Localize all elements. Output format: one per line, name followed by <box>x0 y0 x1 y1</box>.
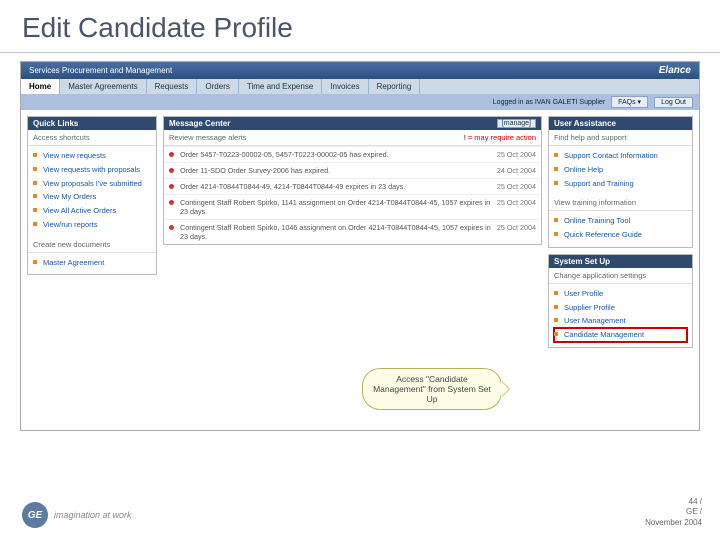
message-row[interactable]: Order 11-SDO Order Survey-2006 has expir… <box>164 162 541 178</box>
list-item[interactable]: View new requests <box>33 149 151 163</box>
slide-footer: GE imagination at work 44 / GE / Novembe… <box>22 497 702 528</box>
app-title: Services Procurement and Management <box>29 66 172 75</box>
list-item[interactable]: View My Orders <box>33 190 151 204</box>
message-row[interactable]: Contingent Staff Robert Spirko, 1046 ass… <box>164 219 541 244</box>
alert-icon <box>169 184 174 189</box>
footer-right: 44 / GE / November 2004 <box>645 497 702 528</box>
panel-title-label: System Set Up <box>554 257 610 266</box>
callout-bubble: Access "Candidate Management" from Syste… <box>362 368 502 410</box>
user-assistance-panel: User Assistance Find help and support Su… <box>548 116 693 248</box>
footer-page: 44 / <box>645 497 702 507</box>
message-row[interactable]: Order 5457-T0223-00002-05, 5457-T0223-00… <box>164 146 541 162</box>
message-date: 25 Oct 2004 <box>497 150 536 159</box>
manage-button[interactable]: [manage] <box>497 119 536 128</box>
message-date: 24 Oct 2004 <box>497 166 536 175</box>
tab-invoices[interactable]: Invoices <box>322 79 368 94</box>
message-center-title: Message Center [manage] <box>164 117 541 130</box>
list-item[interactable]: View proposals I've submitted <box>33 177 151 191</box>
app-header: Services Procurement and Management Elan… <box>21 62 699 79</box>
list-item[interactable]: User Profile <box>554 287 687 301</box>
required-note: ! = may require action <box>464 133 536 142</box>
elance-logo: Elance <box>659 65 691 76</box>
faq-dropdown[interactable]: FAQs ▾ <box>611 96 648 108</box>
tab-orders[interactable]: Orders <box>197 79 238 94</box>
left-column: Quick Links Access shortcuts View new re… <box>27 116 157 424</box>
list-item[interactable]: User Management <box>554 314 687 328</box>
sub-toolbar: Logged in as IVAN GALETI Supplier FAQs ▾… <box>21 94 699 110</box>
message-date: 25 Oct 2004 <box>497 182 536 191</box>
user-assistance-items2: Online Training Tool Quick Reference Gui… <box>549 211 692 247</box>
message-text: Order 11-SDO Order Survey-2006 has expir… <box>180 166 491 175</box>
message-text: Order 4214-T0844T0844-49, 4214-T0844T084… <box>180 182 491 191</box>
footer-left: GE imagination at work <box>22 502 132 528</box>
message-text: Contingent Staff Robert Spirko, 1046 ass… <box>180 223 491 241</box>
system-setup-panel: System Set Up Change application setting… <box>548 254 693 348</box>
list-item[interactable]: Support and Training <box>554 177 687 191</box>
list-item[interactable]: Online Help <box>554 163 687 177</box>
system-setup-items: User Profile Supplier Profile User Manag… <box>549 284 692 347</box>
footer-date: November 2004 <box>645 518 702 528</box>
quick-links-panel: Quick Links Access shortcuts View new re… <box>27 116 157 275</box>
list-item[interactable]: Quick Reference Guide <box>554 228 687 242</box>
quick-links-items2: Master Agreement <box>28 253 156 275</box>
alert-icon <box>169 152 174 157</box>
ge-logo-icon: GE <box>22 502 48 528</box>
message-row[interactable]: Contingent Staff Robert Spirko, 1141 ass… <box>164 194 541 219</box>
user-assistance-title: User Assistance <box>549 117 692 130</box>
footer-tagline: imagination at work <box>54 510 132 520</box>
message-date: 25 Oct 2004 <box>497 223 536 232</box>
tab-requests[interactable]: Requests <box>147 79 198 94</box>
panel-title-label: Quick Links <box>33 119 78 128</box>
alert-icon <box>169 225 174 230</box>
list-item[interactable]: Master Agreement <box>33 256 151 270</box>
message-date: 25 Oct 2004 <box>497 198 536 207</box>
system-setup-subtitle: Change application settings <box>549 268 692 284</box>
list-item[interactable]: View All Active Orders <box>33 204 151 218</box>
tab-time-expense[interactable]: Time and Expense <box>239 79 322 94</box>
quick-links-items: View new requests View requests with pro… <box>28 146 156 237</box>
message-center-panel: Message Center [manage] Review message a… <box>163 116 542 245</box>
quick-links-sub2: Create new documents <box>28 237 156 253</box>
panel-title-label: Message Center <box>169 119 230 128</box>
logged-in-text: Logged in as IVAN GALETI Supplier <box>493 99 605 106</box>
alert-icon <box>169 200 174 205</box>
tab-master-agreements[interactable]: Master Agreements <box>60 79 146 94</box>
main-tabs: Home Master Agreements Requests Orders T… <box>21 79 699 94</box>
alert-icon <box>169 168 174 173</box>
message-center-subtitle: Review message alerts ! = may require ac… <box>164 130 541 146</box>
list-item[interactable]: View requests with proposals <box>33 163 151 177</box>
list-item[interactable]: Online Training Tool <box>554 214 687 228</box>
list-item[interactable]: Supplier Profile <box>554 301 687 315</box>
message-row[interactable]: Order 4214-T0844T0844-49, 4214-T0844T084… <box>164 178 541 194</box>
slide-title: Edit Candidate Profile <box>0 0 720 53</box>
quick-links-title: Quick Links <box>28 117 156 130</box>
right-column: User Assistance Find help and support Su… <box>548 116 693 424</box>
user-assistance-sub2: View training information <box>549 195 692 211</box>
candidate-management-link[interactable]: Candidate Management <box>554 328 687 342</box>
system-setup-title: System Set Up <box>549 255 692 268</box>
message-text: Contingent Staff Robert Spirko, 1141 ass… <box>180 198 491 216</box>
logout-button[interactable]: Log Out <box>654 97 693 108</box>
message-text: Order 5457-T0223-00002-05, 5457-T0223-00… <box>180 150 491 159</box>
tab-reporting[interactable]: Reporting <box>369 79 421 94</box>
footer-org: GE / <box>645 507 702 517</box>
panel-title-label: User Assistance <box>554 119 616 128</box>
user-assistance-items: Support Contact Information Online Help … <box>549 146 692 195</box>
callout-text: Access "Candidate Management" from Syste… <box>371 374 493 404</box>
tab-home[interactable]: Home <box>21 79 60 94</box>
content-area: Quick Links Access shortcuts View new re… <box>21 110 699 430</box>
app-container: Services Procurement and Management Elan… <box>20 61 700 431</box>
quick-links-subtitle: Access shortcuts <box>28 130 156 146</box>
user-assistance-subtitle: Find help and support <box>549 130 692 146</box>
list-item[interactable]: View/run reports <box>33 218 151 232</box>
list-item[interactable]: Support Contact Information <box>554 149 687 163</box>
